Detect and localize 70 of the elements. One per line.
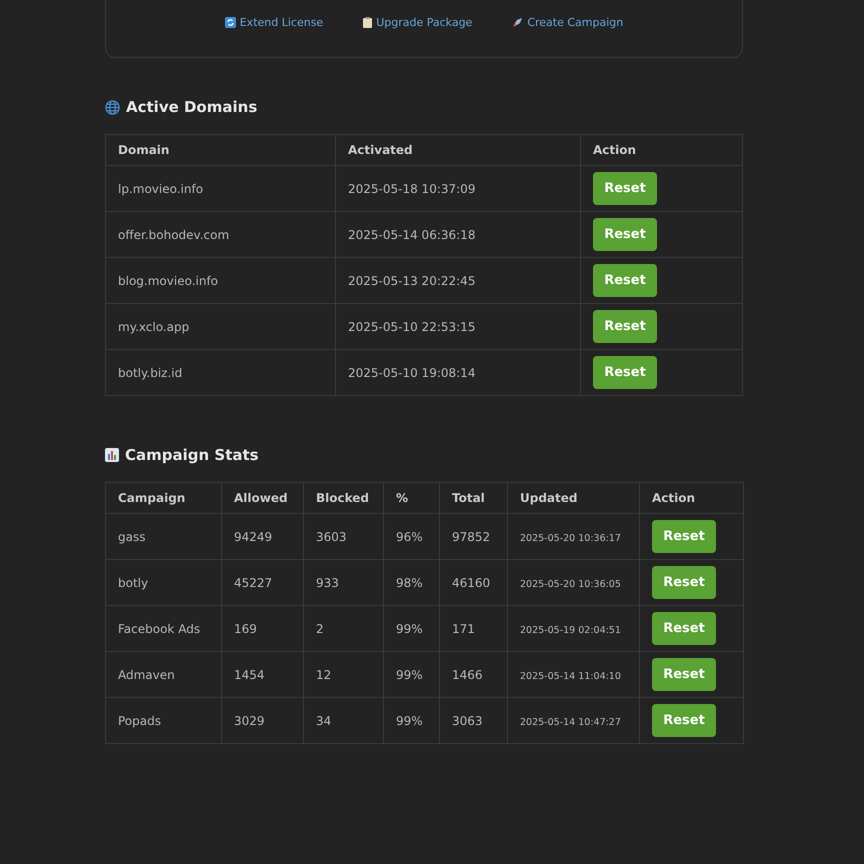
table-cell: Popads [106,698,222,744]
clipboard-icon [363,17,372,28]
column-header: Updated [508,482,640,514]
table-cell: 46160 [440,560,508,606]
bar-chart-icon [105,448,119,462]
table-cell: 3029 [222,698,304,744]
table-cell: 34 [304,698,384,744]
table-cell: 97852 [440,514,508,560]
table-cell: 96% [384,514,440,560]
table-cell: 2025-05-20 10:36:05 [508,560,640,606]
column-header: Allowed [222,482,304,514]
table-cell: 94249 [222,514,304,560]
table-cell: 933 [304,560,384,606]
table-cell: 3063 [440,698,508,744]
table-cell: my.xclo.app [106,304,336,350]
reset-button[interactable]: Reset [652,704,716,737]
section-title: Active Domains [126,98,258,116]
column-header: Blocked [304,482,384,514]
table-cell: 169 [222,606,304,652]
table-cell: 2025-05-19 02:04:51 [508,606,640,652]
table-cell: 1466 [440,652,508,698]
rocket-icon [512,17,524,28]
table-cell: 2025-05-14 06:36:18 [336,212,580,258]
table-cell: 1454 [222,652,304,698]
table-cell: 45227 [222,560,304,606]
table-cell: botly [106,560,222,606]
table-cell: 2025-05-10 22:53:15 [336,304,580,350]
reset-button[interactable]: Reset [652,612,716,645]
table-cell: 171 [440,606,508,652]
table-cell: 3603 [304,514,384,560]
reset-button[interactable]: Reset [593,172,657,205]
reset-button[interactable]: Reset [652,566,716,599]
table-cell: lp.movieo.info [106,166,336,212]
globe-icon [105,100,120,114]
table-cell: 99% [384,652,440,698]
table-cell: 2025-05-13 20:22:45 [336,258,580,304]
reset-button[interactable]: Reset [593,310,657,343]
column-header: Campaign [106,482,222,514]
column-header: Action [640,482,744,514]
table-cell: 99% [384,606,440,652]
table-cell: 99% [384,698,440,744]
table-cell: blog.movieo.info [106,258,336,304]
reset-button[interactable]: Reset [593,264,657,297]
column-header: % [384,482,440,514]
table-cell: Facebook Ads [106,606,222,652]
reset-button[interactable]: Reset [652,658,716,691]
table-cell: 2025-05-18 10:37:09 [336,166,580,212]
reset-button[interactable]: Reset [652,520,716,553]
quick-link[interactable]: Create Campaign [512,16,624,29]
section-title: Campaign Stats [125,446,259,464]
table-cell: 2025-05-14 10:47:27 [508,698,640,744]
table-cell: gass [106,514,222,560]
quick-link[interactable]: Extend License [224,16,324,29]
column-header: Domain [106,134,336,166]
column-header: Action [580,134,742,166]
table-cell: Admaven [106,652,222,698]
table-cell: 12 [304,652,384,698]
table-cell: offer.bohodev.com [106,212,336,258]
table-cell: 2025-05-14 11:04:10 [508,652,640,698]
column-header: Activated [336,134,580,166]
quick-link[interactable]: Upgrade Package [363,16,472,29]
table-cell: 2025-05-20 10:36:17 [508,514,640,560]
column-header: Total [440,482,508,514]
refresh-icon [224,17,236,28]
table-cell: botly.biz.id [106,350,336,396]
reset-button[interactable]: Reset [593,218,657,251]
table-cell: 98% [384,560,440,606]
table-cell: 2025-05-10 19:08:14 [336,350,580,396]
reset-button[interactable]: Reset [593,356,657,389]
table-cell: 2 [304,606,384,652]
